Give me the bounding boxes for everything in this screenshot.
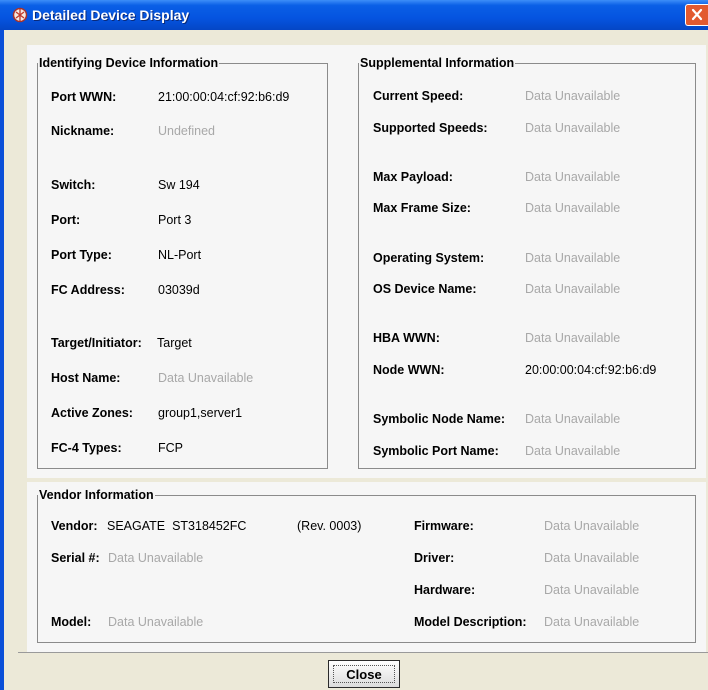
window-title: Detailed Device Display — [32, 7, 190, 23]
operating-system-label: Operating System: — [373, 251, 485, 265]
supported-speeds-label: Supported Speeds: — [373, 121, 488, 135]
operating-system-value: Data Unavailable — [525, 251, 621, 265]
model-value: Data Unavailable — [108, 615, 204, 629]
serial-label: Serial #: — [51, 551, 100, 565]
firmware-value: Data Unavailable — [544, 519, 640, 533]
vendor-revision: (Rev. 0003) — [297, 519, 362, 533]
driver-label: Driver: — [414, 551, 455, 565]
detailed-device-window: Detailed Device Display Identifying Devi… — [0, 0, 708, 690]
close-button[interactable]: Close — [328, 660, 400, 688]
node-wwn-label: Node WWN: — [373, 363, 445, 377]
vendor-label: Vendor: — [51, 519, 98, 533]
os-device-name-value: Data Unavailable — [525, 282, 621, 296]
nickname-label: Nickname: — [51, 124, 115, 138]
port-wwn-label: Port WWN: — [51, 90, 117, 104]
symbolic-node-name-value: Data Unavailable — [525, 412, 621, 426]
supported-speeds-value: Data Unavailable — [525, 121, 621, 135]
port-type-label: Port Type: — [51, 248, 112, 262]
current-speed-value: Data Unavailable — [525, 89, 621, 103]
symbolic-port-name-label: Symbolic Port Name: — [373, 444, 499, 458]
port-type-value: NL-Port — [158, 248, 202, 262]
active-zones-value: group1,server1 — [158, 406, 243, 420]
port-wwn-value: 21:00:00:04:cf:92:b6:d9 — [158, 90, 290, 104]
app-icon — [12, 7, 28, 23]
host-name-label: Host Name: — [51, 371, 121, 385]
target-initiator-label: Target/Initiator: — [51, 336, 142, 350]
window-close-button[interactable] — [685, 4, 708, 26]
serial-value: Data Unavailable — [108, 551, 204, 565]
button-separator — [18, 652, 708, 653]
window-border — [0, 30, 4, 690]
max-frame-size-value: Data Unavailable — [525, 201, 621, 215]
switch-label: Switch: — [51, 178, 96, 192]
vendor-legend: Vendor Information — [39, 488, 154, 502]
close-icon — [691, 8, 703, 21]
node-wwn-value: 20:00:00:04:cf:92:b6:d9 — [525, 363, 657, 377]
nickname-value: Undefined — [158, 124, 215, 138]
title-bar[interactable]: Detailed Device Display — [0, 0, 708, 30]
fc-address-label: FC Address: — [51, 283, 125, 297]
target-initiator-value: Target — [157, 336, 192, 350]
fc4-types-value: FCP — [158, 441, 183, 455]
fc-address-value: 03039d — [158, 283, 200, 297]
model-description-value: Data Unavailable — [544, 615, 640, 629]
symbolic-port-name-value: Data Unavailable — [525, 444, 621, 458]
model-label: Model: — [51, 615, 92, 629]
vendor-value: SEAGATE ST318452FC — [107, 519, 247, 533]
max-payload-label: Max Payload: — [373, 170, 453, 184]
current-speed-label: Current Speed: — [373, 89, 464, 103]
driver-value: Data Unavailable — [544, 551, 640, 565]
hba-wwn-value: Data Unavailable — [525, 331, 621, 345]
hardware-value: Data Unavailable — [544, 583, 640, 597]
max-payload-value: Data Unavailable — [525, 170, 621, 184]
symbolic-node-name-label: Symbolic Node Name: — [373, 412, 505, 426]
max-frame-size-label: Max Frame Size: — [373, 201, 471, 215]
active-zones-label: Active Zones: — [51, 406, 133, 420]
firmware-label: Firmware: — [414, 519, 474, 533]
switch-value: Sw 194 — [158, 178, 200, 192]
host-name-value: Data Unavailable — [158, 371, 254, 385]
port-label: Port: — [51, 213, 81, 227]
identifying-legend: Identifying Device Information — [39, 56, 219, 70]
hba-wwn-label: HBA WWN: — [373, 331, 440, 345]
os-device-name-label: OS Device Name: — [373, 282, 477, 296]
port-value: Port 3 — [158, 213, 192, 227]
supplemental-legend: Supplemental Information — [360, 56, 515, 70]
fc4-types-label: FC-4 Types: — [51, 441, 122, 455]
model-description-label: Model Description: — [414, 615, 527, 629]
hardware-label: Hardware: — [414, 583, 476, 597]
